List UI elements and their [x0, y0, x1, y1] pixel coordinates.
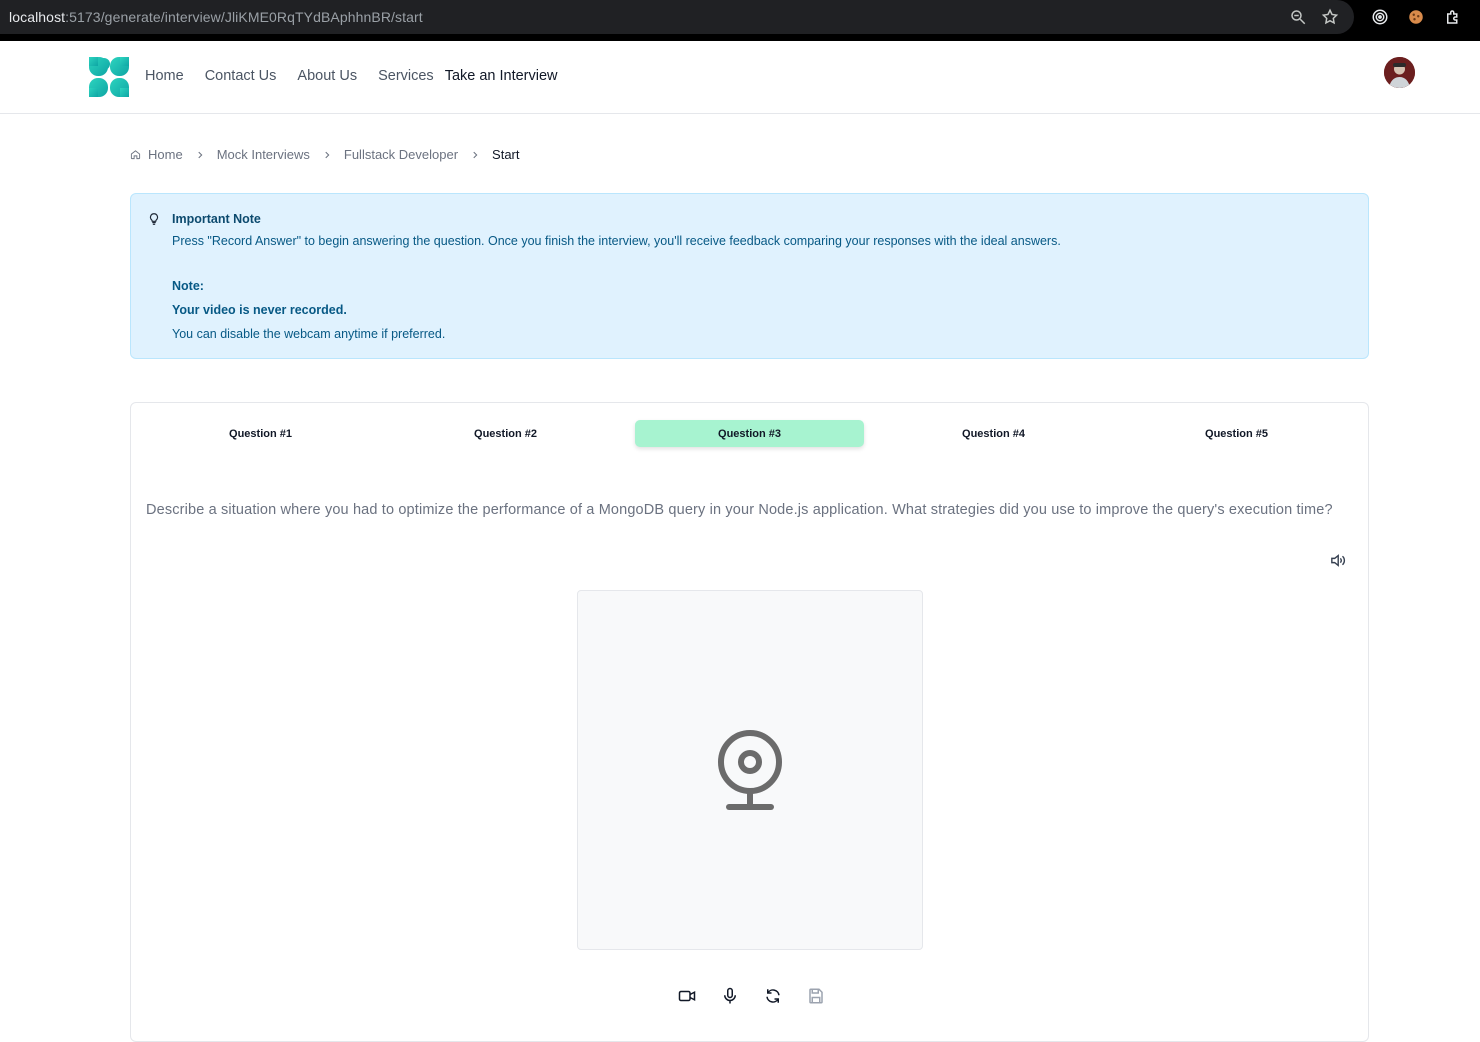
url-host: localhost [9, 9, 66, 25]
breadcrumb: Home Mock Interviews Fullstack Developer… [130, 147, 520, 162]
tab-question-4[interactable]: Question #4 [879, 420, 1108, 447]
tab-question-2[interactable]: Question #2 [391, 420, 620, 447]
zoom-icon[interactable] [1288, 7, 1308, 27]
url-path: :5173/generate/interview/JliKME0RqTYdBAp… [65, 9, 423, 25]
brand-logo[interactable] [88, 56, 130, 98]
breadcrumb-home[interactable]: Home [148, 147, 183, 162]
extension-target-icon[interactable] [1370, 7, 1390, 27]
breadcrumb-role[interactable]: Fullstack Developer [344, 147, 458, 162]
webcam-preview [577, 590, 923, 950]
home-icon [130, 149, 141, 160]
tab-question-3[interactable]: Question #3 [635, 420, 864, 447]
cookie-icon[interactable] [1406, 7, 1426, 27]
chevron-right-icon [322, 150, 332, 160]
nav-interview-link[interactable]: Take an Interview [445, 68, 558, 84]
important-note-alert: Important Note Press "Record Answer" to … [130, 193, 1369, 359]
microphone-icon[interactable] [718, 985, 742, 1007]
speaker-icon[interactable] [1327, 551, 1347, 569]
nav-contact-link[interactable]: Contact Us [205, 68, 277, 84]
recording-controls [675, 985, 847, 1007]
note-title: Important Note [172, 212, 261, 226]
main-nav: Home Contact Us About Us Services Take a… [145, 68, 558, 84]
video-camera-icon[interactable] [675, 985, 699, 1007]
bookmark-star-icon[interactable] [1320, 7, 1340, 27]
tab-question-1[interactable]: Question #1 [146, 420, 375, 447]
note-webcam-hint: You can disable the webcam anytime if pr… [172, 327, 446, 341]
chevron-right-icon [470, 150, 480, 160]
nav-services-link[interactable]: Services [378, 68, 434, 84]
note-privacy: Your video is never recorded. [172, 303, 347, 317]
refresh-icon[interactable] [761, 985, 785, 1007]
webcam-icon [715, 730, 785, 812]
question-tabs: Question #1 Question #2 Question #3 Ques… [146, 420, 1354, 448]
site-header: Home Contact Us About Us Services Take a… [0, 41, 1480, 114]
address-bar[interactable]: localhost:5173/generate/interview/JliKME… [0, 0, 1354, 34]
save-icon[interactable] [804, 985, 828, 1007]
lightbulb-icon [147, 211, 161, 227]
nav-home-link[interactable]: Home [145, 68, 184, 84]
browser-toolbar: localhost:5173/generate/interview/JliKME… [0, 0, 1480, 41]
breadcrumb-mock-interviews[interactable]: Mock Interviews [217, 147, 310, 162]
note-subtitle: Note: [172, 279, 204, 293]
interview-card: Question #1 Question #2 Question #3 Ques… [130, 402, 1369, 1042]
breadcrumb-current: Start [492, 147, 520, 162]
tab-question-5[interactable]: Question #5 [1122, 420, 1351, 447]
nav-about-link[interactable]: About Us [297, 68, 357, 84]
question-text: Describe a situation where you had to op… [146, 502, 1333, 518]
extensions-puzzle-icon[interactable] [1443, 7, 1463, 27]
user-avatar[interactable] [1384, 57, 1415, 88]
note-message: Press "Record Answer" to begin answering… [172, 234, 1061, 248]
url-text[interactable]: localhost:5173/generate/interview/JliKME… [9, 9, 423, 25]
chevron-right-icon [195, 150, 205, 160]
